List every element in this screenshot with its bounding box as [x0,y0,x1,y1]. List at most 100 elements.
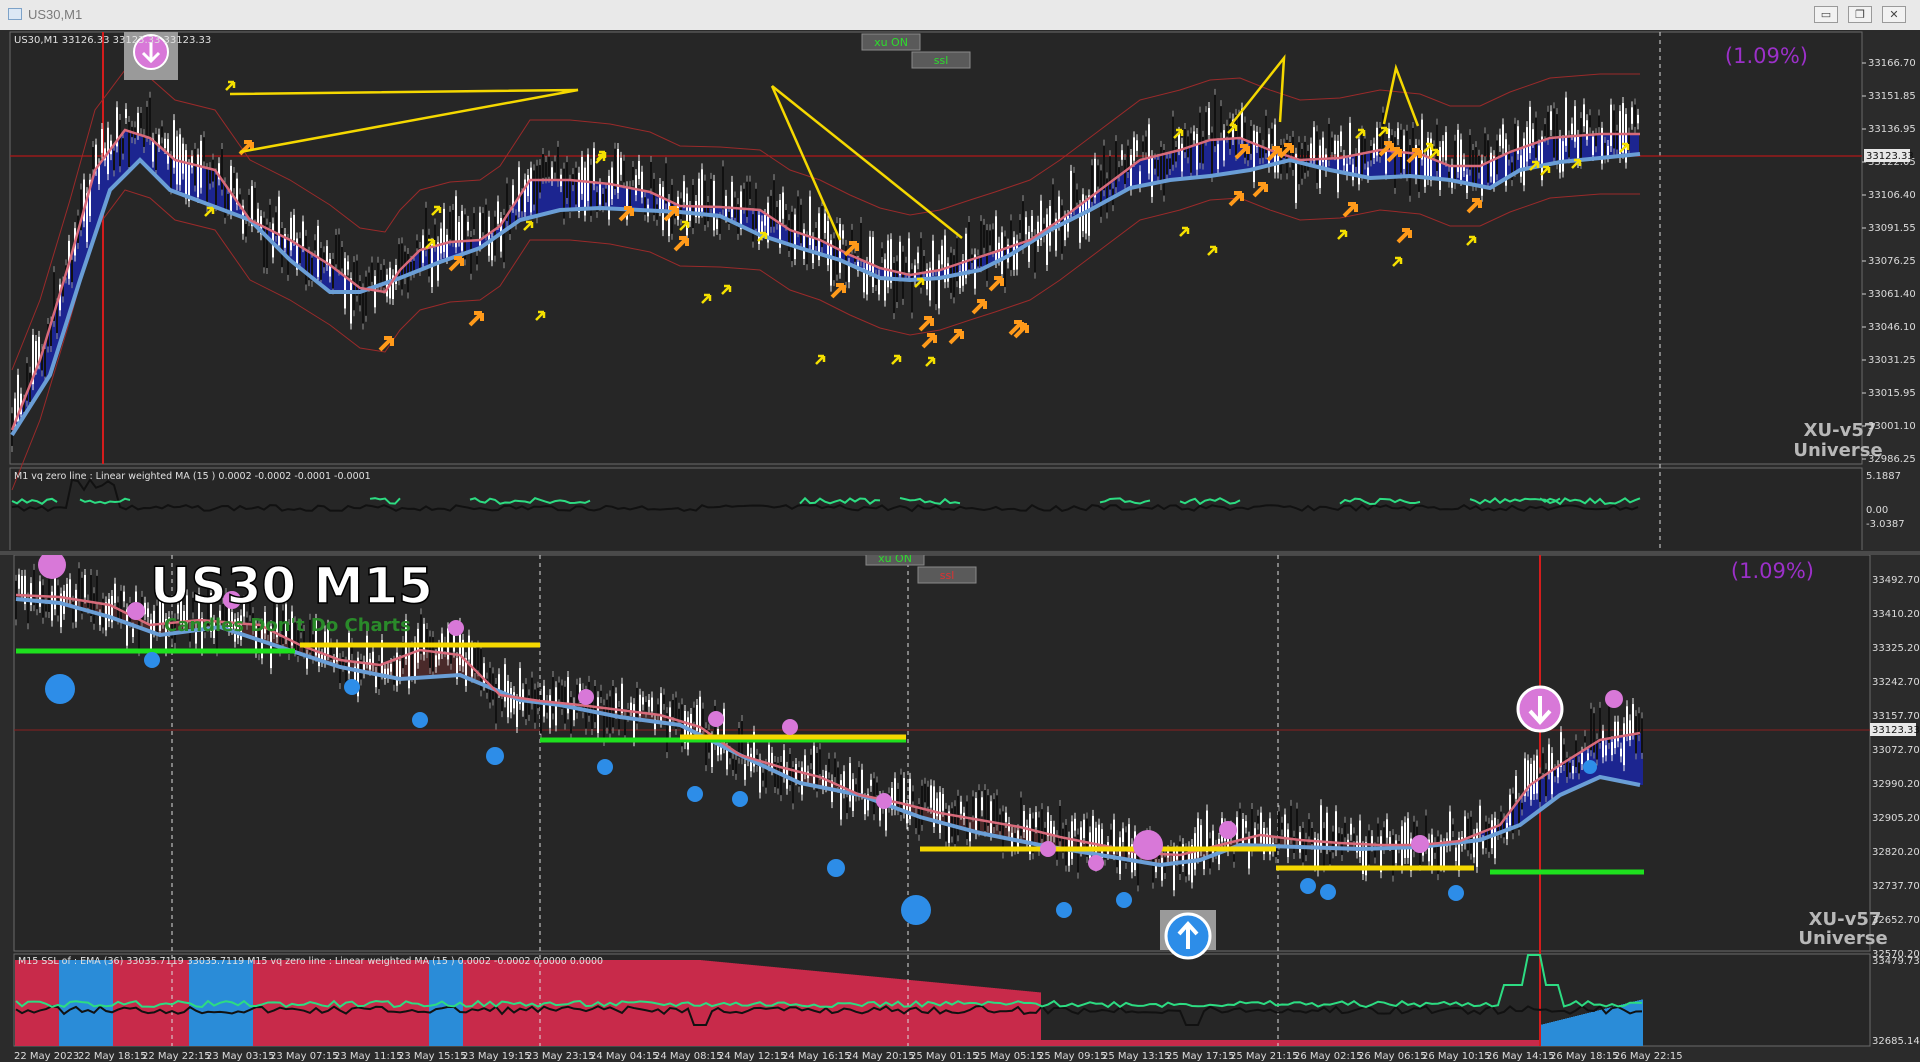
m15-time-tick: 23 May 07:15 [270,1051,339,1062]
m15-time-tick: 26 May 06:15 [1358,1051,1427,1062]
chart-window-icon [8,8,22,20]
m15-price-tick: 32820.20 [1872,847,1920,858]
m15-ind-tick-bottom: 32685.1425 [1872,1036,1920,1047]
m1-price-tick: 33031.25 [1868,355,1916,366]
m15-time-tick: 26 May 14:15 [1486,1051,1555,1062]
m15-buy-dot [1056,902,1072,918]
m15-time-tick: 22 May 22:15 [142,1051,211,1062]
m1-price-tick: 33001.10 [1868,421,1916,432]
m15-time-tick: 25 May 09:15 [1038,1051,1107,1062]
m1-price-tick: 33136.95 [1868,124,1916,135]
m1-price-tick: 33091.55 [1868,223,1916,234]
m15-price-tick: 33242.70 [1872,677,1920,688]
m15-sell-dot [1605,690,1623,708]
m15-price-tick: 33325.20 [1872,643,1920,654]
m15-sell-dot [1219,821,1237,839]
m15-sell-dot [1040,841,1056,857]
m1-price-tick: 33076.25 [1868,256,1916,267]
m15-time-tick: 23 May 15:15 [398,1051,467,1062]
m15-buy-dot [687,786,703,802]
m15-xu-on-label: xu ON [878,555,912,565]
m15-percent-change: (1.09%) [1731,559,1814,583]
m15-buy-dot [1116,892,1132,908]
m15-price-tick: 33492.70 [1872,575,1920,586]
m15-buy-dot [1448,885,1464,901]
m15-buy-dot [144,652,160,668]
m15-time-tick: 24 May 04:15 [590,1051,659,1062]
m15-price-tick: 33157.70 [1872,711,1920,722]
m15-price-tick: 32737.70 [1872,881,1920,892]
m15-time-tick: 24 May 12:15 [718,1051,787,1062]
m15-sell-dot [1411,835,1429,853]
m15-buy-dot [597,759,613,775]
m15-time-tick: 22 May 2023 [14,1051,79,1062]
m15-sell-dot [782,719,798,735]
m15-time-tick: 26 May 18:15 [1550,1051,1619,1062]
m1-price-tick: 32986.25 [1868,454,1916,465]
m15-sell-dot [1088,855,1104,871]
m15-sell-dot [708,711,724,727]
restore-button[interactable]: ❐ [1848,6,1872,23]
m1-price-tick: 33166.70 [1868,58,1916,69]
m1-ind-tick-top: 5.1887 [1866,471,1901,482]
m15-time-tick: 25 May 21:15 [1230,1051,1299,1062]
m1-xu-on-label: xu ON [874,36,908,49]
m15-time-tick: 25 May 17:15 [1166,1051,1235,1062]
m15-ssl-label: ssl [940,569,955,582]
m15-chart-area[interactable]: US30 M15 Candles Don't Do Charts xu ON s… [0,555,1920,1062]
m1-chart-area[interactable]: US30,M1 33126.33 33123.33 33123.33 xu ON… [0,30,1920,550]
m15-price-tick: 33410.20 [1872,609,1920,620]
m15-time-tick: 23 May 03:15 [206,1051,275,1062]
m15-brand-line2: Universe [1798,928,1887,949]
m15-time-tick: 25 May 05:15 [974,1051,1043,1062]
m15-ind-tick-top: 33479.7373 [1872,956,1920,967]
m15-time-tick: 23 May 23:15 [526,1051,595,1062]
m1-price-tick: 33061.40 [1868,289,1916,300]
m1-current-price-label: 33123.33 [1866,151,1914,162]
m15-indicator-label: M15 SSL of : EMA (36) 33035.7119 33035.7… [18,956,603,967]
m1-ind-tick-zero: 0.00 [1866,505,1888,516]
m1-symbol-header: US30,M1 33126.33 33123.33 33123.33 [14,35,211,46]
m15-price-tick: 32905.20 [1872,813,1920,824]
m15-time-tick: 24 May 08:15 [654,1051,723,1062]
minimize-button[interactable]: ▭ [1814,6,1838,23]
m15-sell-dot [127,602,145,620]
m15-price-tick: 32652.70 [1872,915,1920,926]
m15-sell-dot [876,793,892,809]
m1-price-tick: 33015.95 [1868,388,1916,399]
m1-brand-line1: XU-v57 [1804,420,1877,441]
m15-buy-dot [1300,878,1316,894]
m15-time-axis[interactable]: 22 May 202322 May 18:1522 May 22:1523 Ma… [14,1051,1683,1062]
m1-price-tick: 33151.85 [1868,91,1916,102]
m15-time-tick: 26 May 10:15 [1422,1051,1491,1062]
m15-buy-dot [1583,760,1597,774]
m15-buy-dot [486,747,504,765]
m15-time-tick: 26 May 22:15 [1614,1051,1683,1062]
m1-ind-tick-bottom: -3.0387 [1866,519,1905,530]
m15-sell-dot [1133,830,1163,860]
m15-buy-dot [901,895,931,925]
m15-time-tick: 23 May 11:15 [334,1051,403,1062]
m15-price-tick: 32990.20 [1872,779,1920,790]
window-titlebar[interactable]: US30,M1 ▭ ❐ ✕ [0,0,1920,31]
m1-ssl-label: ssl [934,54,949,67]
m15-chart-title: US30 M15 [150,557,433,615]
m15-time-tick: 26 May 02:15 [1294,1051,1363,1062]
window-title: US30,M1 [28,7,83,22]
terminal-window: US30,M1 ▭ ❐ ✕ US30,M1 33126.33 33123.33 … [0,0,1920,1062]
m15-buy-dot [45,674,75,704]
m1-percent-change: (1.09%) [1725,44,1808,68]
m1-price-tick: 33046.10 [1868,322,1916,333]
m15-time-tick: 25 May 01:15 [910,1051,979,1062]
m15-price-tick: 33072.70 [1872,745,1920,756]
m15-brand-line1: XU-v57 [1809,909,1882,930]
m15-sell-dot [578,689,594,705]
m15-time-tick: 22 May 18:15 [78,1051,147,1062]
m15-buy-dot [412,712,428,728]
m15-time-tick: 25 May 13:15 [1102,1051,1171,1062]
m15-time-tick: 24 May 16:15 [782,1051,851,1062]
m15-time-tick: 23 May 19:15 [462,1051,531,1062]
m1-indicator-label: M1 vq zero line : Linear weighted MA (15… [14,471,371,482]
close-button[interactable]: ✕ [1882,6,1906,23]
m15-sell-dot [448,620,464,636]
